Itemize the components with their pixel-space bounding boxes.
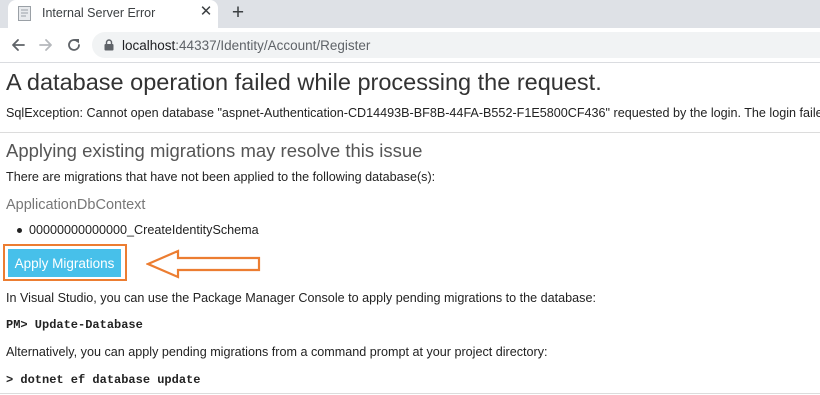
visual-studio-text: In Visual Studio, you can use the Packag…	[6, 291, 596, 305]
browser-tab[interactable]: Internal Server Error ✕	[8, 0, 218, 28]
pending-migrations-text: There are migrations that have not been …	[6, 170, 436, 184]
db-context-name: ApplicationDbContext	[6, 197, 146, 213]
url-port: :44337	[175, 38, 217, 53]
new-tab-button[interactable]: +	[228, 2, 248, 24]
list-item: 00000000000000_CreateIdentitySchema	[16, 223, 259, 237]
tab-strip: Internal Server Error ✕ +	[0, 0, 820, 28]
cli-text: Alternatively, you can apply pending mig…	[6, 345, 548, 359]
divider	[0, 132, 820, 133]
divider	[0, 393, 820, 394]
migrations-heading: Applying existing migrations may resolve…	[6, 140, 423, 161]
forward-arrow-icon[interactable]	[37, 36, 55, 54]
migration-name: 00000000000000_CreateIdentitySchema	[29, 223, 259, 237]
page-content: A database operation failed while proces…	[0, 63, 820, 395]
url-host: localhost	[122, 38, 176, 53]
page-title: A database operation failed while proces…	[6, 69, 602, 95]
cli-command: > dotnet ef database update	[6, 373, 201, 387]
apply-migrations-button[interactable]: Apply Migrations	[8, 249, 121, 277]
pmc-command: PM> Update-Database	[6, 318, 143, 332]
migration-list: 00000000000000_CreateIdentitySchema	[16, 223, 259, 237]
address-bar[interactable]: localhost:44337/Identity/Account/Registe…	[92, 32, 820, 58]
document-icon	[18, 6, 31, 21]
reload-icon[interactable]	[65, 36, 83, 54]
annotation-arrow-icon	[146, 249, 261, 279]
back-arrow-icon[interactable]	[9, 36, 27, 54]
tab-close-icon[interactable]: ✕	[198, 4, 214, 20]
url-text: localhost:44337/Identity/Account/Registe…	[122, 38, 370, 53]
url-path: /Identity/Account/Register	[216, 38, 371, 53]
tab-title: Internal Server Error	[42, 6, 156, 20]
browser-toolbar: localhost:44337/Identity/Account/Registe…	[0, 28, 820, 63]
bullet-icon	[17, 228, 22, 233]
exception-message: SqlException: Cannot open database "aspn…	[6, 106, 820, 120]
lock-icon[interactable]	[104, 39, 114, 51]
